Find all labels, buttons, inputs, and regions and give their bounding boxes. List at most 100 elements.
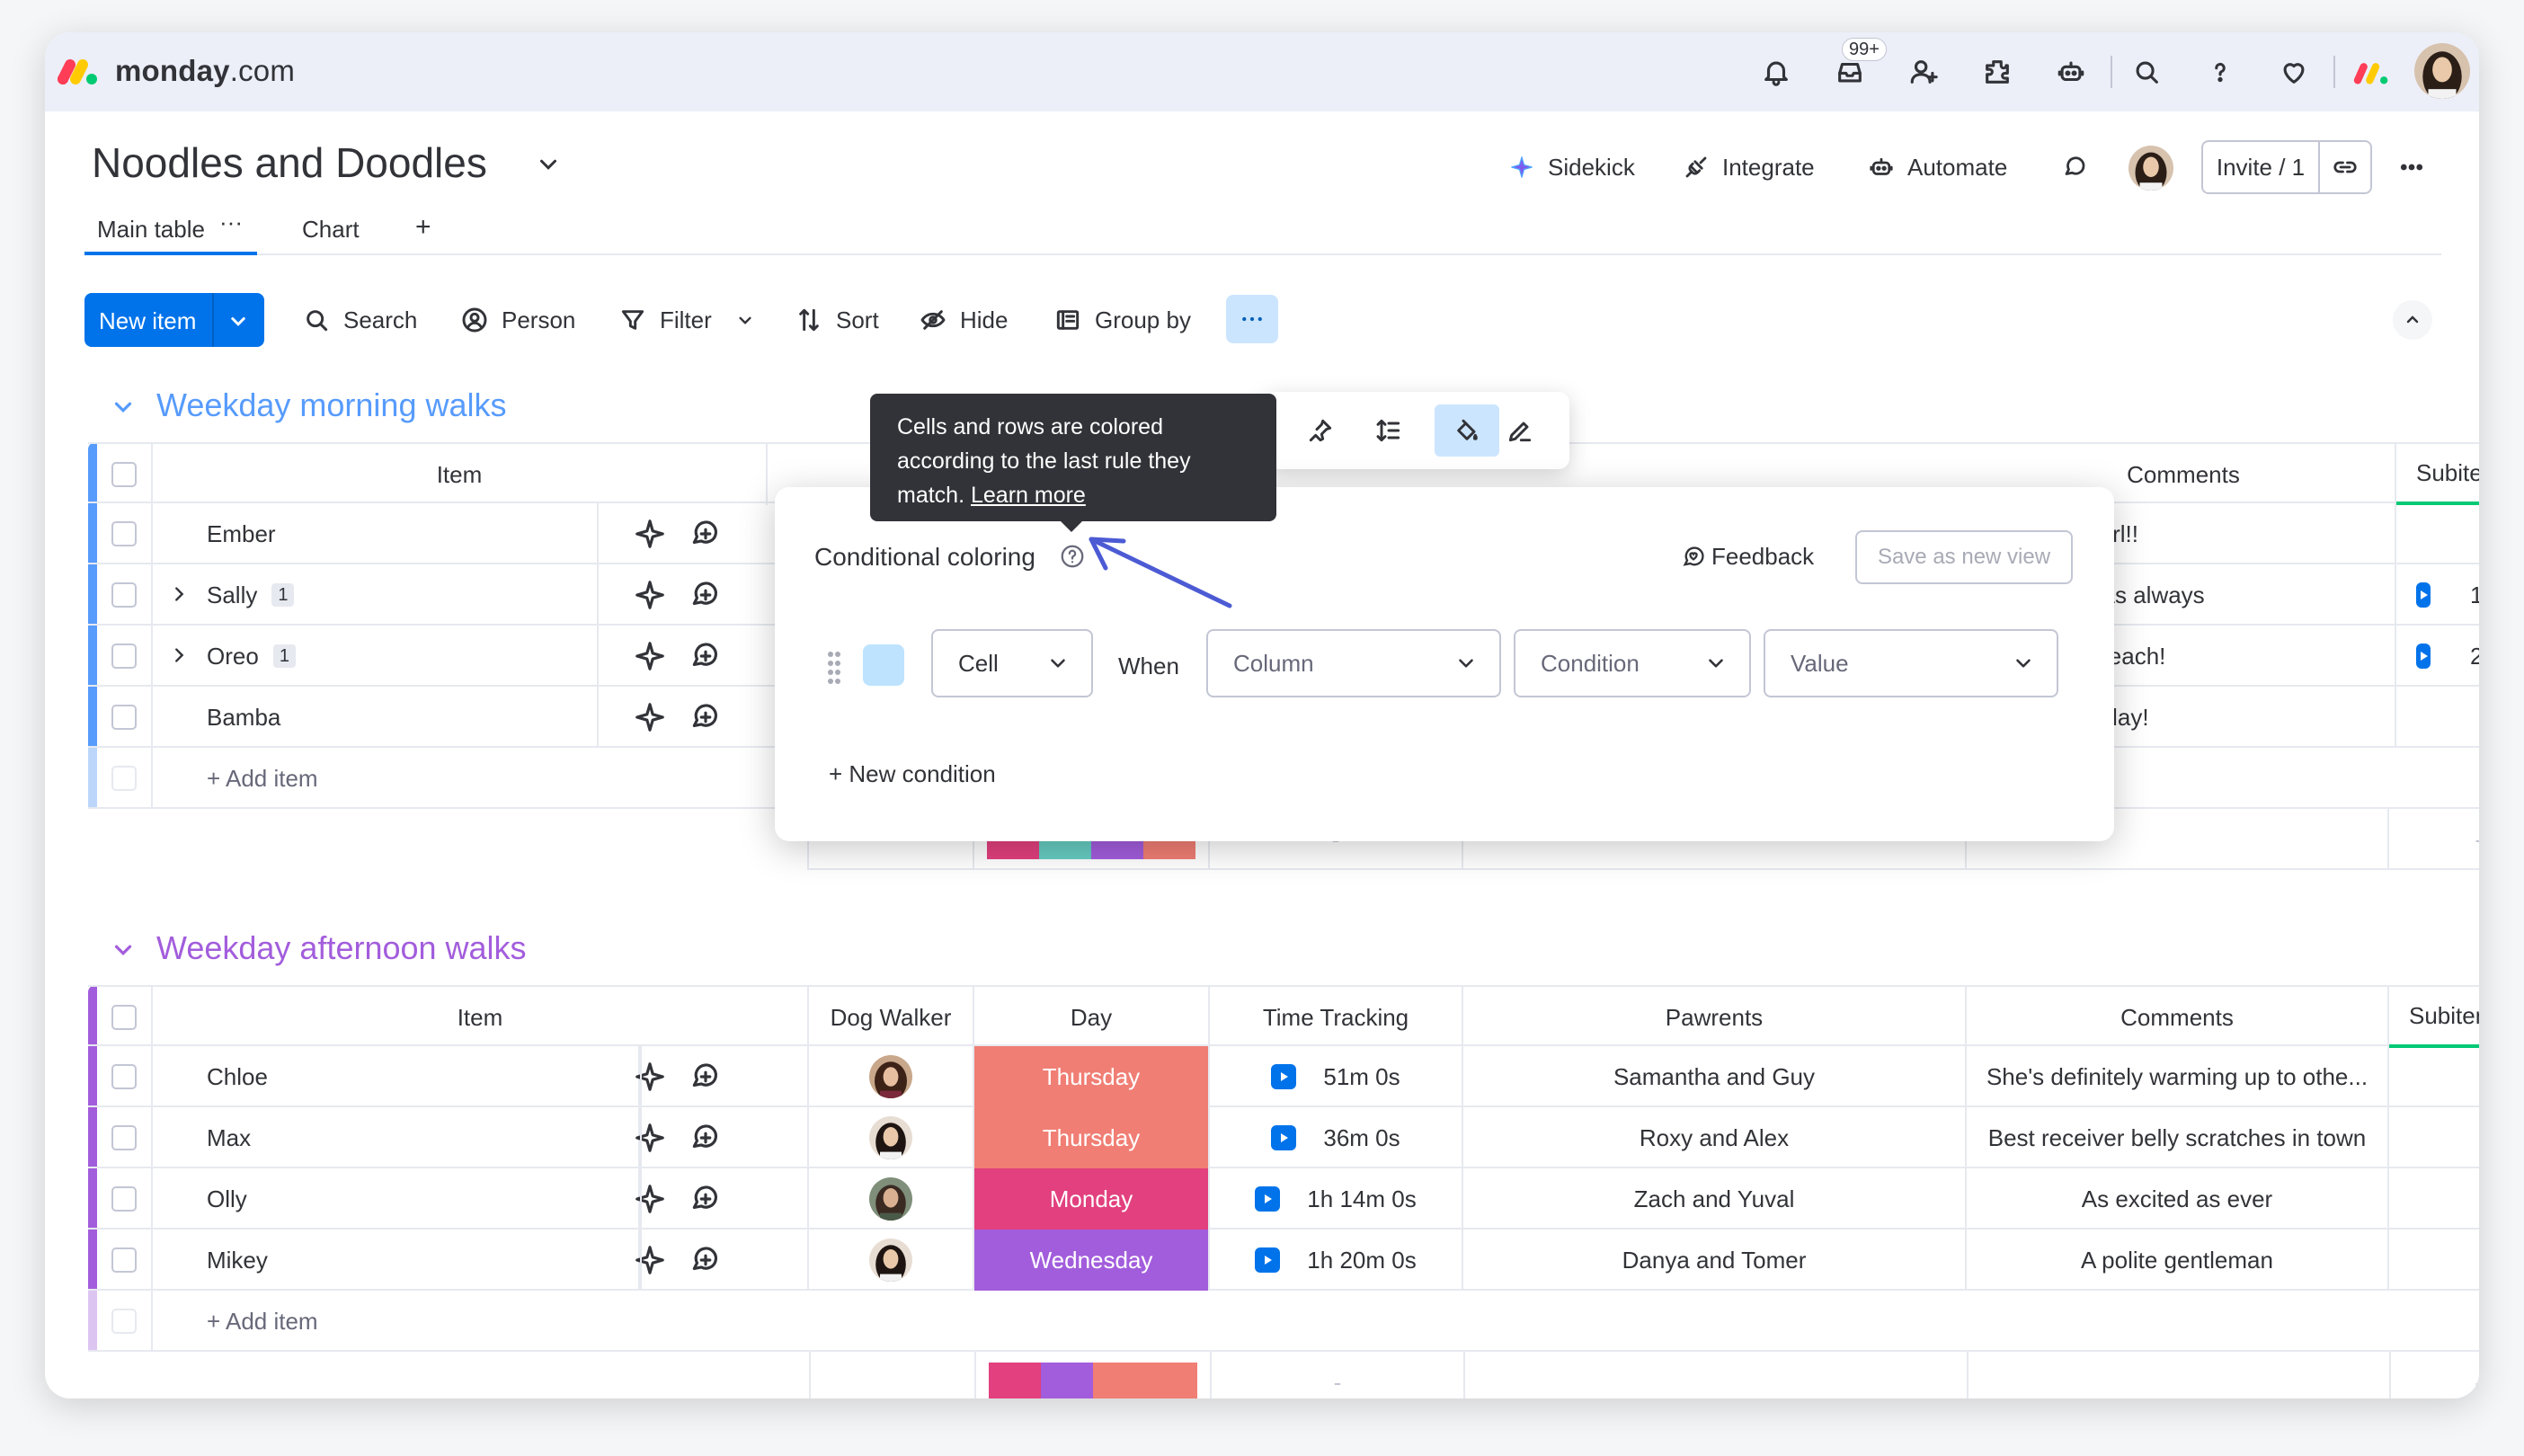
search-icon[interactable] [2129, 54, 2164, 90]
chevron-down-icon[interactable] [535, 151, 562, 178]
play-icon[interactable] [1271, 1125, 1297, 1150]
comments-cell[interactable]: A polite gentleman [1967, 1230, 2389, 1291]
pawrents-cell[interactable]: Danya and Tomer [1463, 1230, 1967, 1291]
select-all-checkbox[interactable] [111, 462, 137, 487]
item-name[interactable]: Max [153, 1107, 640, 1168]
edit-pen-icon[interactable] [1501, 412, 1539, 449]
add-update-icon[interactable] [689, 578, 723, 612]
dog-walker-cell[interactable] [809, 1046, 974, 1107]
pin-icon[interactable] [1302, 412, 1339, 449]
help-icon[interactable] [2202, 54, 2238, 90]
group-by-button[interactable]: Group by [1053, 300, 1191, 340]
select-all-checkbox[interactable] [111, 1005, 137, 1030]
board-title[interactable]: Noodles and Doodles [92, 138, 487, 187]
collapse-header-button[interactable] [2393, 300, 2432, 340]
table-row[interactable]: Mikey Wednesday 1h 20m 0s Danya and Tome… [88, 1230, 2479, 1291]
copy-link-icon[interactable] [2320, 154, 2370, 181]
item-name[interactable]: Mikey [153, 1230, 640, 1291]
paint-bucket-icon[interactable] [1435, 404, 1499, 457]
row-height-icon[interactable] [1370, 412, 1408, 449]
more-options-button[interactable] [1226, 295, 1278, 343]
comments-cell[interactable]: As excited as ever [1967, 1168, 2389, 1230]
comments-cell[interactable]: She's definitely warming up to othe... [1967, 1046, 2389, 1107]
group-title[interactable]: Weekday morning walks [156, 386, 507, 424]
dog-walker-cell[interactable] [809, 1107, 974, 1168]
pawrents-cell[interactable]: Roxy and Alex [1463, 1107, 1967, 1168]
new-condition-button[interactable]: + New condition [829, 760, 996, 788]
add-update-icon[interactable] [689, 700, 723, 734]
subitems-cell[interactable] [2396, 687, 2479, 748]
item-name[interactable]: Olly [153, 1168, 640, 1230]
item-name[interactable]: Ember [153, 503, 599, 564]
chevron-down-icon[interactable] [733, 308, 757, 332]
time-tracking-subitem-cell[interactable]: 1h 0 [2396, 564, 2479, 626]
subitems-cell[interactable] [2389, 1168, 2479, 1230]
tab-chart[interactable]: Chart [302, 216, 360, 244]
user-avatar[interactable] [2414, 43, 2470, 99]
dog-walker-avatar[interactable] [869, 1177, 912, 1221]
filter-button[interactable]: Filter [618, 300, 757, 340]
chevron-down-icon[interactable] [225, 307, 252, 334]
column-header[interactable]: Subitems [2389, 987, 2479, 1048]
new-item-button[interactable]: New item [84, 293, 264, 347]
add-view-button[interactable]: + [415, 212, 431, 243]
bell-icon[interactable] [1758, 54, 1794, 90]
subitems-cell[interactable] [2389, 1107, 2479, 1168]
person-filter-button[interactable]: Person [460, 300, 575, 340]
expand-subitems-icon[interactable] [169, 584, 189, 604]
search-button[interactable]: Search [302, 300, 417, 340]
row-checkbox[interactable] [111, 644, 137, 669]
add-item-input[interactable]: + Add item [153, 1291, 2479, 1352]
hide-button[interactable]: Hide [919, 300, 1008, 340]
item-name[interactable]: Bamba [153, 687, 599, 748]
sparkle-icon[interactable] [633, 700, 667, 734]
dog-walker-avatar[interactable] [869, 1055, 912, 1098]
add-item-row[interactable]: + Add item [88, 1291, 2479, 1352]
pawrents-cell[interactable]: Samantha and Guy [1463, 1046, 1967, 1107]
add-update-icon[interactable] [689, 517, 723, 551]
column-header[interactable]: Time Tracking [1210, 987, 1463, 1048]
column-dropdown[interactable]: Column [1206, 629, 1501, 697]
add-update-icon[interactable] [689, 639, 723, 673]
time-tracking-cell[interactable]: 1h 20m 0s [1210, 1230, 1463, 1291]
row-checkbox[interactable] [111, 1064, 137, 1089]
table-row[interactable]: Chloe Thursday 51m 0s Samantha and Guy S… [88, 1046, 2479, 1107]
sparkle-icon[interactable] [633, 578, 667, 612]
collapse-group-icon[interactable] [110, 937, 137, 963]
tab-main-table[interactable]: Main table [97, 216, 205, 244]
table-row[interactable]: Olly Monday 1h 14m 0s Zach and Yuval As … [88, 1168, 2479, 1230]
save-as-new-view-button[interactable]: Save as new view [1855, 530, 2073, 584]
updates-button[interactable] [2062, 149, 2089, 185]
row-checkbox[interactable] [111, 1125, 137, 1150]
column-header[interactable]: Pawrents [1463, 987, 1967, 1048]
pawrents-cell[interactable]: Zach and Yuval [1463, 1168, 1967, 1230]
row-checkbox[interactable] [111, 582, 137, 608]
value-dropdown[interactable]: Value [1764, 629, 2058, 697]
time-tracking-cell[interactable]: 36m 0s [1210, 1107, 1463, 1168]
day-status-cell[interactable]: Monday [974, 1168, 1210, 1230]
board-menu-icon[interactable] [2398, 149, 2425, 185]
item-name-cell[interactable]: Sally 1 [153, 564, 599, 626]
item-name[interactable]: Chloe [153, 1046, 640, 1107]
apps-puzzle-icon[interactable] [1979, 54, 2015, 90]
day-status-cell[interactable]: Wednesday [974, 1230, 1210, 1291]
sort-button[interactable]: Sort [795, 300, 879, 340]
board-member-avatar[interactable] [2129, 146, 2173, 191]
subitems-cell[interactable] [2389, 1046, 2479, 1107]
heart-icon[interactable] [2276, 54, 2312, 90]
play-icon[interactable] [1255, 1186, 1281, 1212]
play-icon[interactable] [1255, 1247, 1281, 1273]
play-icon[interactable] [1271, 1064, 1297, 1089]
monday-workspace-logo-icon[interactable] [2353, 59, 2389, 86]
automate-button[interactable]: Automate [1868, 149, 2007, 185]
dog-walker-cell[interactable] [809, 1230, 974, 1291]
sparkle-icon[interactable] [633, 639, 667, 673]
column-header[interactable]: Comments [1967, 987, 2389, 1048]
color-swatch-picker[interactable] [863, 644, 904, 686]
sidekick-button[interactable]: Sidekick [1508, 149, 1635, 185]
item-name-cell[interactable]: Oreo 1 [153, 626, 599, 687]
column-header[interactable]: Item [153, 444, 768, 505]
subitems-cell[interactable] [2389, 1230, 2479, 1291]
row-checkbox[interactable] [111, 705, 137, 730]
invite-button[interactable]: Invite / 1 [2201, 140, 2372, 194]
